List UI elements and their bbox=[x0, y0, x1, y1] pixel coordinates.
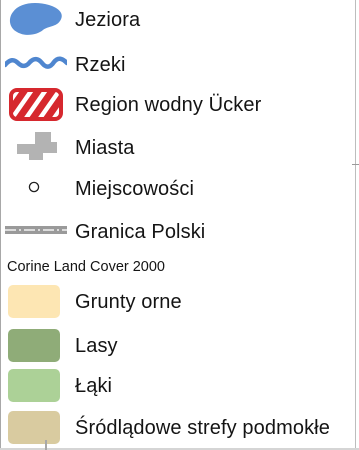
legend-item-arable-land: Grunty orne bbox=[1, 282, 357, 322]
legend-item-lakes: Jeziora bbox=[1, 0, 357, 40]
frame-tick-right bbox=[352, 164, 359, 165]
locality-icon bbox=[5, 168, 67, 208]
water-region-icon bbox=[5, 84, 67, 124]
legend-item-border: Granica Polski bbox=[1, 210, 357, 250]
arable-land-swatch bbox=[8, 285, 60, 318]
legend-label-forests: Lasy bbox=[75, 335, 118, 357]
legend-item-water-region: Region wodny Ücker bbox=[1, 84, 357, 124]
city-icon bbox=[5, 126, 67, 166]
legend-item-meadows: Łąki bbox=[1, 366, 357, 406]
wetlands-swatch bbox=[8, 411, 60, 444]
river-icon bbox=[5, 44, 67, 84]
legend-item-wetlands: Śródlądowe strefy podmokłe bbox=[1, 408, 357, 448]
legend-label-lakes: Jeziora bbox=[75, 9, 141, 31]
legend-label-localities: Miejscowości bbox=[75, 178, 195, 200]
frame-tick-bottom bbox=[45, 440, 47, 450]
meadows-swatch bbox=[8, 369, 60, 402]
legend-item-rivers: Rzeki bbox=[1, 44, 357, 84]
border-line-icon bbox=[5, 210, 67, 250]
legend-item-forests: Lasy bbox=[1, 326, 357, 366]
legend-item-cities: Miasta bbox=[1, 126, 357, 166]
lake-icon bbox=[5, 0, 67, 40]
legend-label-rivers: Rzeki bbox=[75, 54, 126, 76]
legend-label-wetlands: Śródlądowe strefy podmokłe bbox=[75, 417, 330, 439]
legend-item-localities: Miejscowości bbox=[1, 168, 357, 208]
corine-section-title: Corine Land Cover 2000 bbox=[7, 259, 165, 275]
map-legend: Jeziora Rzeki Region wodny Ücker Miasta … bbox=[0, 0, 356, 450]
legend-label-border: Granica Polski bbox=[75, 221, 206, 243]
legend-label-water-region: Region wodny Ücker bbox=[75, 94, 262, 116]
legend-label-arable-land: Grunty orne bbox=[75, 291, 182, 313]
legend-label-meadows: Łąki bbox=[75, 375, 113, 397]
forests-swatch bbox=[8, 329, 60, 362]
legend-label-cities: Miasta bbox=[75, 137, 135, 159]
